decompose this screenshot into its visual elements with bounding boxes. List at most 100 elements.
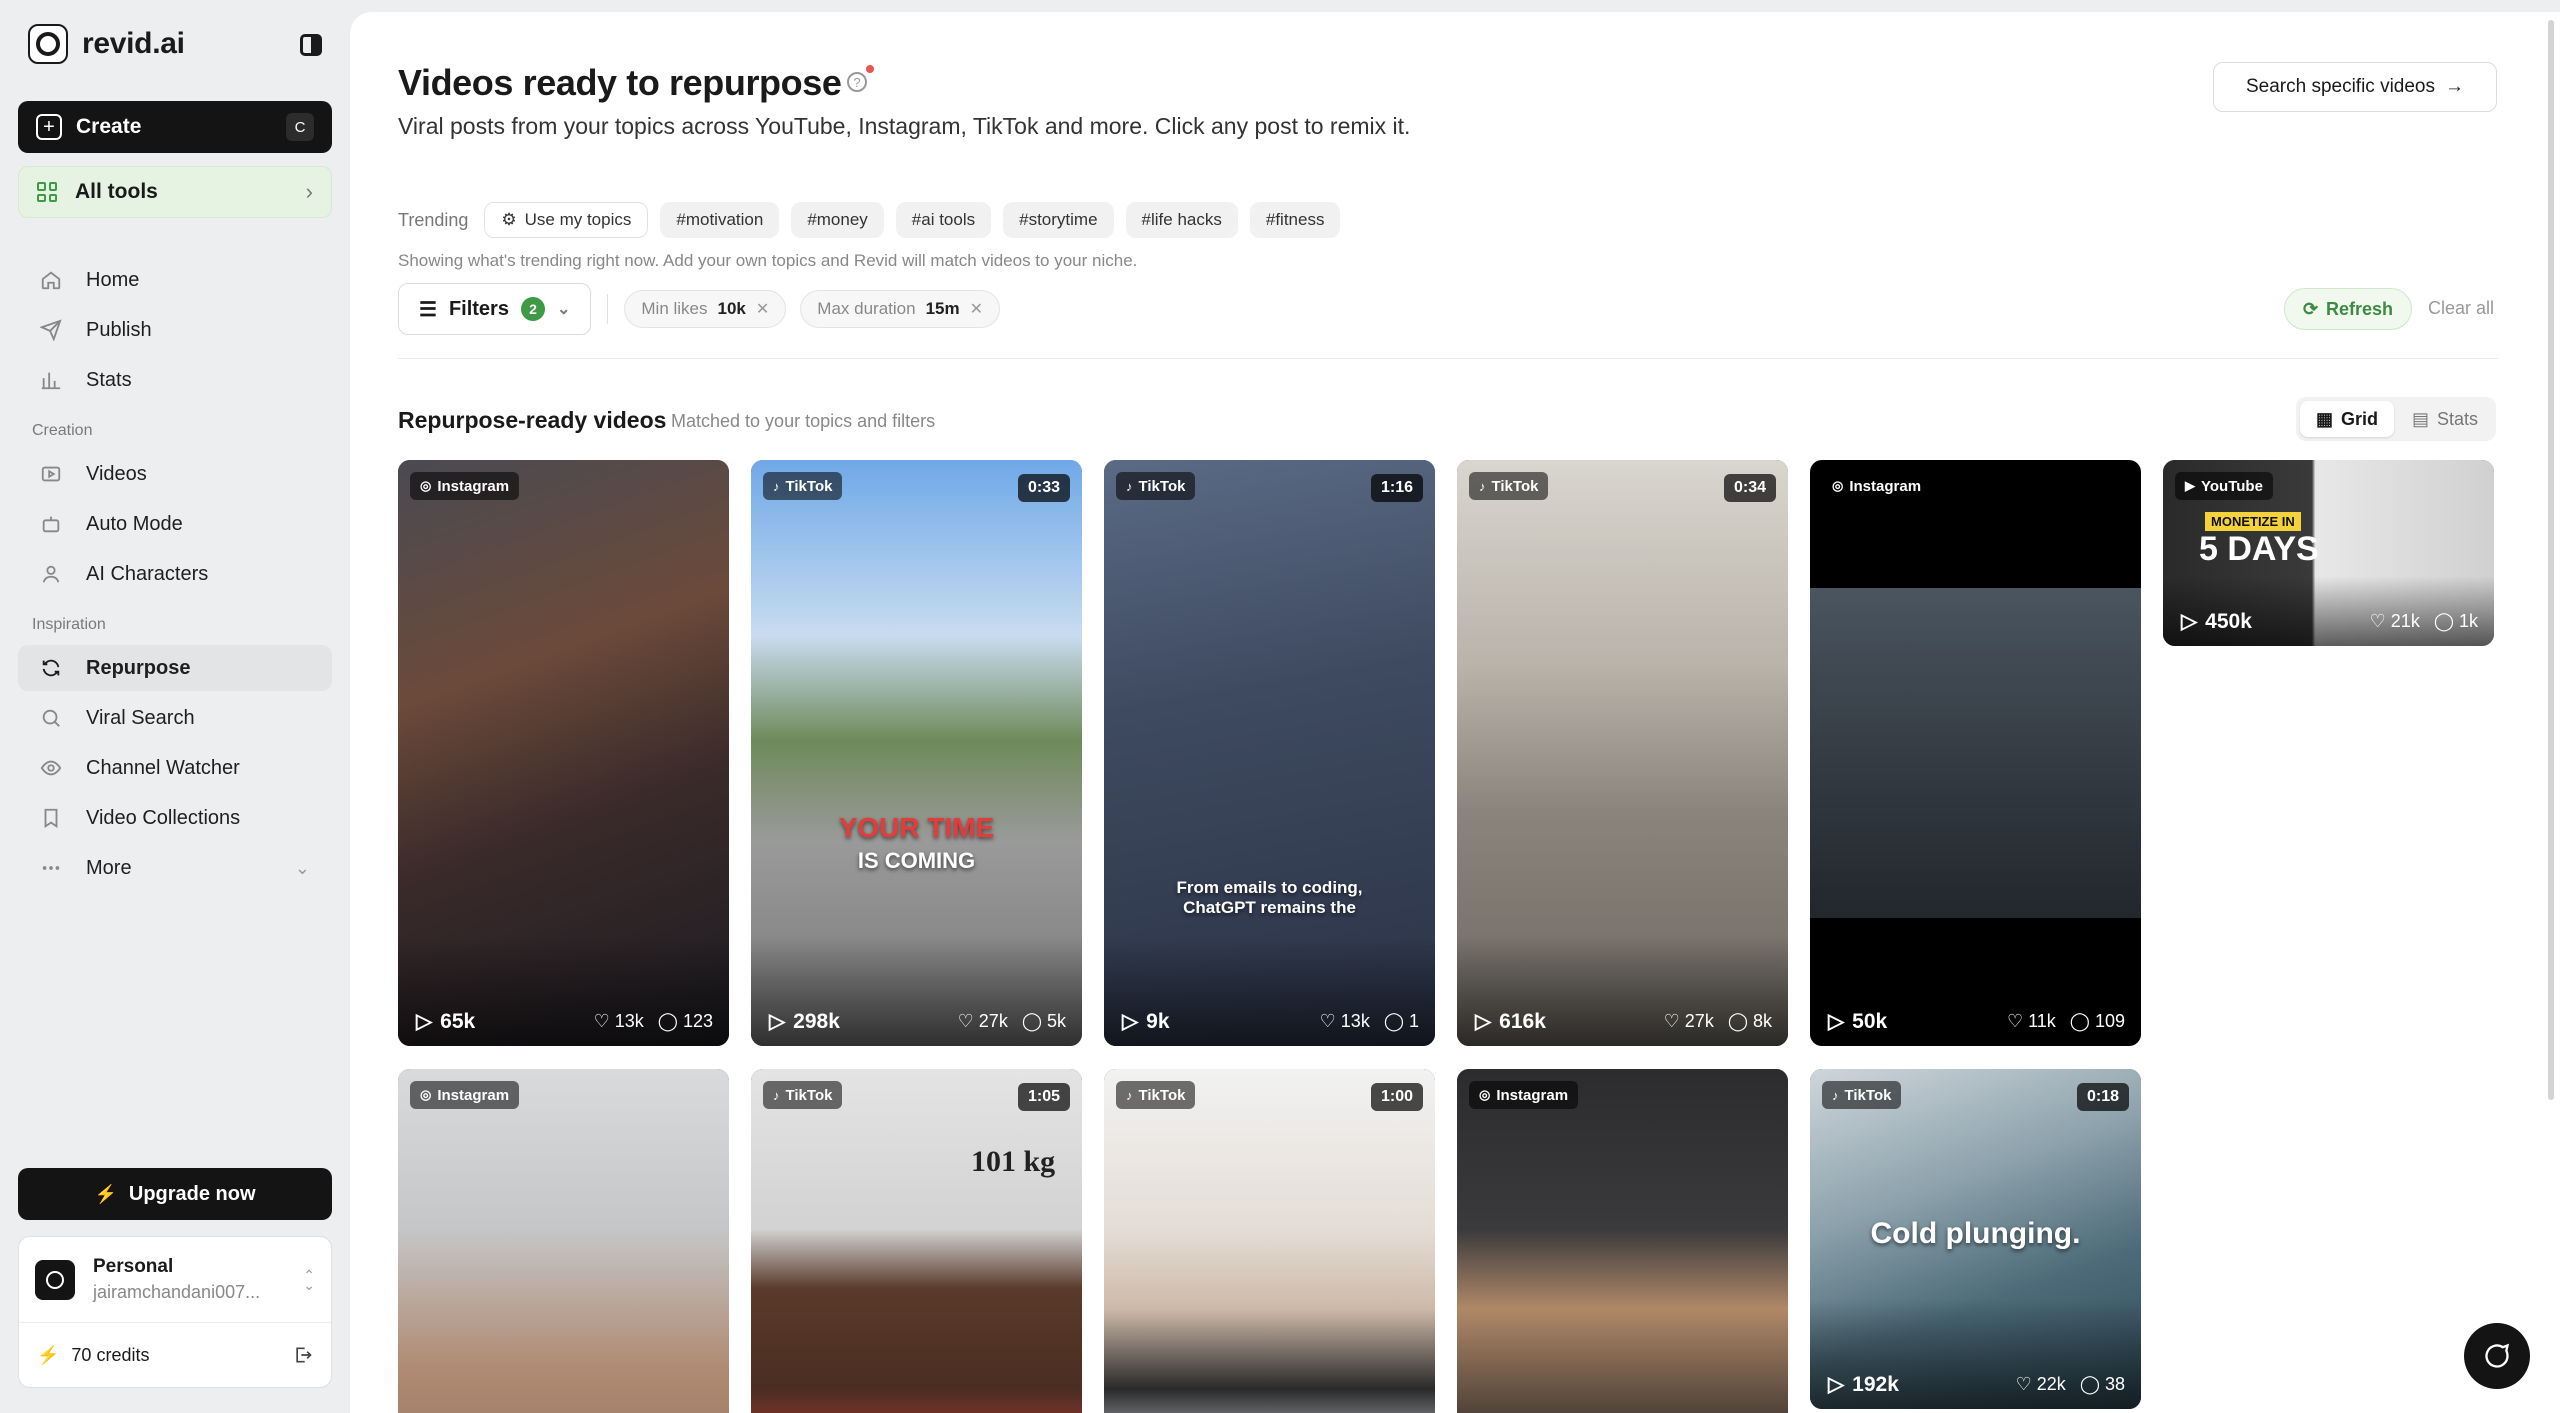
- create-button[interactable]: + Create C: [18, 101, 332, 153]
- tiktok-icon: ♪: [1126, 1087, 1133, 1103]
- gear-icon: ⚙: [501, 210, 517, 229]
- video-card[interactable]: ◎ Instagram ▷ 50k ♡ 11k ◯ 109: [1810, 460, 2141, 1046]
- sidebar-item-viral-search[interactable]: Viral Search: [18, 695, 332, 741]
- min-likes-filter-pill[interactable]: Min likes 10k ✕: [624, 290, 787, 328]
- tag-chip[interactable]: #money: [791, 202, 884, 238]
- grid-icon: [37, 182, 57, 202]
- user-icon: [40, 563, 62, 585]
- tiktok-icon: ♪: [773, 1087, 780, 1103]
- account-switcher[interactable]: Personal jairamchandani007... ⌃ ⌄: [19, 1237, 331, 1323]
- use-my-topics-chip[interactable]: ⚙ Use my topics: [484, 202, 649, 238]
- create-label: Create: [76, 115, 142, 138]
- sidebar-item-label: More: [86, 856, 132, 879]
- sidebar-item-label: AI Characters: [86, 562, 209, 585]
- bolt-icon: ⚡: [94, 1183, 117, 1204]
- close-icon[interactable]: ✕: [970, 299, 983, 319]
- sidebar-item-publish[interactable]: Publish: [18, 307, 332, 353]
- instagram-icon: ◎: [420, 1087, 432, 1102]
- heart-icon: ♡: [2369, 611, 2386, 631]
- sidebar-item-stats[interactable]: Stats: [18, 357, 332, 403]
- chevron-down-icon: ⌄: [294, 857, 310, 878]
- all-tools-label: All tools: [75, 180, 158, 203]
- max-duration-filter-pill[interactable]: Max duration 15m ✕: [800, 290, 1000, 328]
- video-stats: ▷ 450k ♡ 21k ◯ 1k: [2181, 609, 2478, 634]
- comment-icon: ◯: [1021, 1011, 1042, 1031]
- video-thumbnail: [398, 1069, 729, 1413]
- sidebar-item-more[interactable]: More ⌄: [18, 845, 332, 891]
- sidebar-item-home[interactable]: Home: [18, 257, 332, 303]
- view-grid-button[interactable]: ▦ Grid: [2300, 401, 2394, 437]
- video-card[interactable]: ◎ Instagram: [1457, 1069, 1788, 1413]
- platform-badge: ♪ TikTok: [1469, 472, 1549, 500]
- platform-badge: ♪ TikTok: [763, 1081, 843, 1109]
- video-card[interactable]: ◎ Instagram: [398, 1069, 729, 1413]
- filters-count-badge: 2: [520, 297, 545, 321]
- comment-icon: ◯: [2069, 1011, 2090, 1031]
- filters-button[interactable]: ☰ Filters 2 ⌄: [398, 283, 592, 335]
- tag-chip[interactable]: #fitness: [1249, 202, 1341, 238]
- filter-row: ☰ Filters 2 ⌄ Min likes 10k ✕ Max durati…: [398, 283, 1000, 335]
- views-count: 65k: [440, 1009, 476, 1033]
- tag-chip[interactable]: #motivation: [660, 202, 780, 238]
- comments-count: 109: [2094, 1011, 2125, 1031]
- platform-badge: ♪ TikTok: [1822, 1081, 1902, 1109]
- sidebar-item-auto-mode[interactable]: Auto Mode: [18, 501, 332, 547]
- duration-badge: 0:34: [1723, 474, 1776, 502]
- likes-count: 27k: [1684, 1011, 1714, 1031]
- video-stats: ▷ 616k ♡ 27k ◯ 8k: [1475, 1009, 1772, 1034]
- chevron-updown-icon: ⌃ ⌄: [303, 1266, 315, 1293]
- video-caption: ChatGPT remains the: [1183, 898, 1356, 917]
- sidebar-toggle-icon[interactable]: [300, 34, 322, 56]
- credits-row: ⚡ 70 credits: [19, 1323, 331, 1387]
- chevron-right-icon: ›: [305, 179, 313, 204]
- video-card[interactable]: ◎ Instagram ▷ 65k ♡ 13k ◯ 123: [398, 460, 729, 1046]
- play-icon: ▷: [1828, 1373, 1845, 1396]
- sidebar-item-channel-watcher[interactable]: Channel Watcher: [18, 745, 332, 791]
- filters-label: Filters: [448, 297, 509, 320]
- pill-label: Min likes: [641, 299, 708, 318]
- search-specific-videos-button[interactable]: Search specific videos →: [2213, 62, 2497, 112]
- sidebar-item-ai-characters[interactable]: AI Characters: [18, 551, 332, 597]
- chat-button[interactable]: [2464, 1323, 2530, 1389]
- account-card: Personal jairamchandani007... ⌃ ⌄ ⚡ 70 cr…: [18, 1236, 332, 1388]
- duration-badge: 1:16: [1370, 474, 1423, 502]
- logout-icon[interactable]: [293, 1345, 313, 1365]
- tag-chip[interactable]: #ai tools: [895, 202, 992, 238]
- video-stats: ▷ 9k ♡ 13k ◯ 1: [1122, 1009, 1419, 1034]
- main-panel: Videos ready to repurpose ? Viral posts …: [350, 12, 2560, 1413]
- sidebar-item-repurpose[interactable]: Repurpose: [18, 645, 332, 691]
- video-card[interactable]: ♪ TikTok 0:34 ▷ 616k ♡ 27k ◯ 8k: [1457, 460, 1788, 1046]
- duration-badge: 1:00: [1370, 1083, 1423, 1111]
- platform-badge: ♪ TikTok: [1116, 472, 1196, 500]
- sidebar-item-video-collections[interactable]: Video Collections: [18, 795, 332, 841]
- upgrade-button[interactable]: ⚡ Upgrade now: [18, 1168, 332, 1220]
- all-tools-button[interactable]: All tools ›: [18, 166, 332, 218]
- video-card[interactable]: MONETIZE IN 5 DAYS ▶ YouTube ▷ 450k ♡ 21k ◯…: [2163, 460, 2494, 646]
- help-icon[interactable]: ?: [847, 72, 867, 92]
- video-card[interactable]: ♪ TikTok 1:00: [1104, 1069, 1435, 1413]
- likes-count: 21k: [2390, 611, 2420, 631]
- brand[interactable]: revid.ai: [28, 24, 185, 64]
- views-count: 450k: [2205, 609, 2252, 633]
- bookmark-icon: [40, 807, 62, 829]
- comment-icon: ◯: [2079, 1374, 2100, 1394]
- brand-name: revid.ai: [82, 27, 185, 60]
- tag-chip[interactable]: #life hacks: [1125, 202, 1238, 238]
- refresh-button[interactable]: ⟳ Refresh: [2284, 288, 2412, 330]
- clear-all-button[interactable]: Clear all: [2428, 298, 2494, 319]
- scrollbar[interactable]: [2548, 20, 2554, 1100]
- sidebar-item-videos[interactable]: Videos: [18, 451, 332, 497]
- video-card[interactable]: From emails to coding, ChatGPT remains t…: [1104, 460, 1435, 1046]
- pill-value: 10k: [717, 299, 746, 318]
- video-card[interactable]: 101 kg ♪ TikTok 1:05: [751, 1069, 1082, 1413]
- heart-icon: ♡: [2006, 1011, 2024, 1031]
- tag-chip[interactable]: #storytime: [1003, 202, 1114, 238]
- comments-count: 38: [2104, 1374, 2125, 1394]
- sidebar-item-label: Videos: [86, 462, 147, 485]
- sidebar-item-label: Home: [86, 268, 140, 291]
- likes-count: 11k: [2028, 1011, 2056, 1031]
- video-card[interactable]: YOUR TIME IS COMING ♪ TikTok 0:33 ▷ 298k ♡…: [751, 460, 1082, 1046]
- view-stats-button[interactable]: ▤ Stats: [2398, 401, 2492, 437]
- close-icon[interactable]: ✕: [756, 299, 769, 319]
- video-card[interactable]: Cold plunging. ♪ TikTok 0:18 ▷ 192k ♡ 22k ◯…: [1810, 1069, 2141, 1409]
